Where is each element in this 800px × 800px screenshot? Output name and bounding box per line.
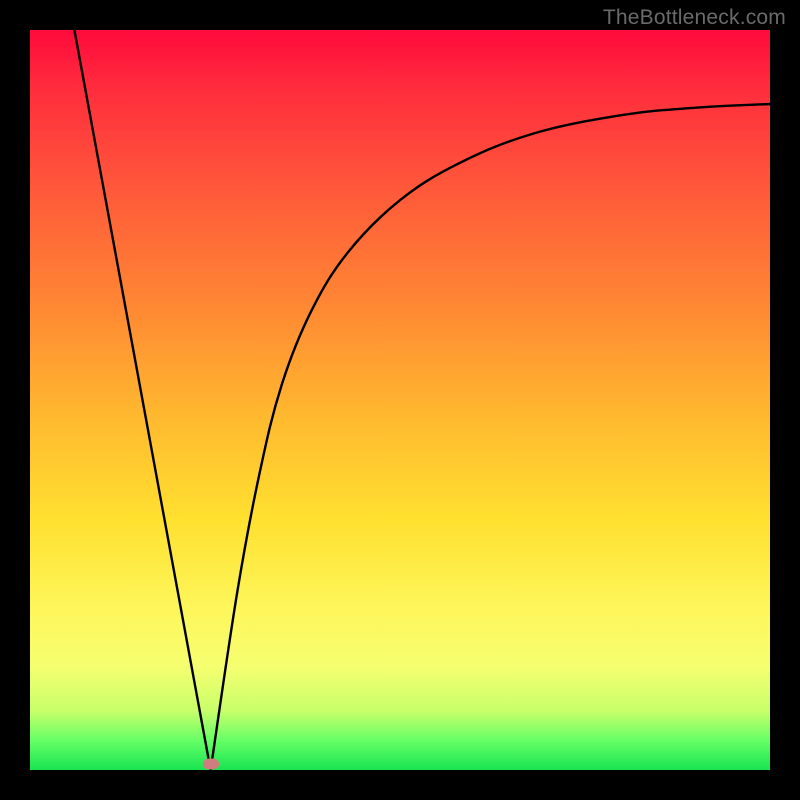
minimum-marker: [203, 759, 219, 770]
watermark-text: TheBottleneck.com: [603, 6, 786, 30]
plot-background-gradient: [30, 30, 770, 770]
chart-frame: TheBottleneck.com: [0, 0, 800, 800]
